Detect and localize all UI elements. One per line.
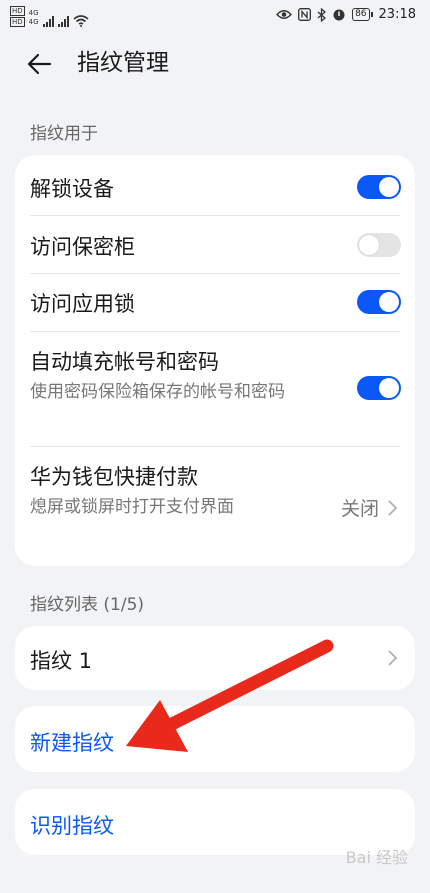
setting-title: 访问保密柜 bbox=[30, 235, 135, 259]
setting-title: 华为钱包快捷付款 bbox=[30, 465, 198, 489]
safe-toggle[interactable] bbox=[357, 233, 401, 257]
section-header-usage: 指纹用于 bbox=[30, 124, 98, 144]
setting-row-safe[interactable]: 访问保密柜 bbox=[15, 216, 415, 273]
signal-icon bbox=[42, 15, 54, 27]
vibrate-icon bbox=[333, 9, 345, 20]
network-type-label: 4G bbox=[28, 18, 39, 26]
setting-title: 解锁设备 bbox=[30, 177, 114, 201]
setting-row-app-lock[interactable]: 访问应用锁 bbox=[15, 273, 415, 331]
fingerprint-item[interactable]: 指纹 1 bbox=[15, 626, 415, 690]
watermark: Bai 经验 bbox=[345, 848, 408, 867]
setting-value: 关闭 bbox=[340, 498, 379, 520]
new-fingerprint-button[interactable]: 新建指纹 bbox=[30, 727, 114, 757]
status-right: 86 23:18 bbox=[276, 7, 416, 22]
setting-row-autofill[interactable]: 自动填充帐号和密码 使用密码保险箱保存的帐号和密码 bbox=[15, 331, 415, 446]
section-header-fingerprint-list: 指纹列表 (1/5) bbox=[30, 595, 145, 615]
eye-icon bbox=[276, 10, 293, 19]
setting-subtitle: 使用密码保险箱保存的帐号和密码 bbox=[30, 382, 285, 402]
chevron-right-icon bbox=[388, 650, 398, 666]
clock: 23:18 bbox=[378, 7, 416, 22]
battery-icon: 86 bbox=[352, 8, 373, 21]
back-button[interactable] bbox=[24, 48, 60, 80]
autofill-toggle[interactable] bbox=[357, 376, 401, 400]
page-title: 指纹管理 bbox=[77, 50, 169, 76]
fingerprint-name: 指纹 1 bbox=[30, 649, 93, 673]
hd-icon: HD bbox=[10, 6, 25, 16]
fingerprint-list-card: 指纹 1 bbox=[15, 626, 415, 690]
setting-subtitle: 熄屏或锁屏时打开支付界面 bbox=[30, 497, 234, 517]
chevron-right-icon bbox=[388, 500, 398, 516]
hd-icon: HD bbox=[10, 17, 25, 27]
battery-level: 86 bbox=[352, 8, 370, 21]
setting-title: 自动填充帐号和密码 bbox=[30, 350, 219, 374]
status-bar: HD HD 4G 4G 86 23:18 bbox=[0, 0, 430, 32]
signal-icon bbox=[57, 15, 69, 27]
identify-fingerprint-button[interactable]: 识别指纹 bbox=[30, 810, 114, 840]
nfc-icon bbox=[298, 8, 312, 21]
new-fingerprint-card[interactable]: 新建指纹 bbox=[15, 706, 415, 772]
setting-title: 访问应用锁 bbox=[30, 292, 135, 316]
status-left: HD HD 4G 4G bbox=[10, 6, 89, 27]
settings-card: 解锁设备 访问保密柜 访问应用锁 自动填充帐号和密码 使用密码保险箱保存的帐号和… bbox=[15, 155, 415, 566]
setting-row-unlock-device[interactable]: 解锁设备 bbox=[15, 155, 415, 216]
unlock-device-toggle[interactable] bbox=[357, 175, 401, 199]
app-lock-toggle[interactable] bbox=[357, 290, 401, 314]
setting-row-wallet-pay[interactable]: 华为钱包快捷付款 熄屏或锁屏时打开支付界面 关闭 bbox=[15, 446, 415, 566]
bluetooth-icon bbox=[317, 7, 327, 22]
back-arrow-icon bbox=[27, 53, 52, 75]
wifi-icon bbox=[73, 15, 89, 27]
top-bar: 指纹管理 bbox=[0, 36, 430, 92]
network-type-label: 4G bbox=[28, 9, 39, 17]
